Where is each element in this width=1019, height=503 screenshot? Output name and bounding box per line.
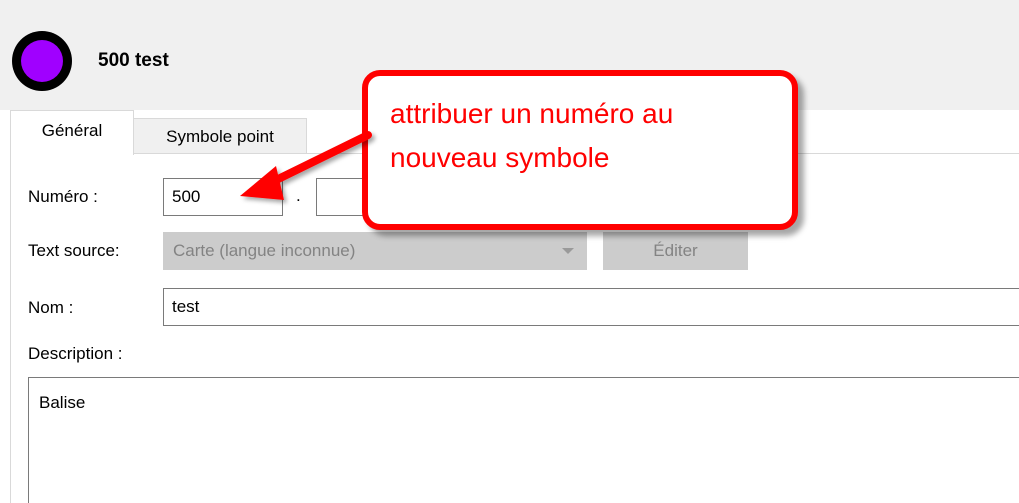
edit-button[interactable]: Éditer bbox=[603, 232, 748, 270]
text-source-select[interactable]: Carte (langue inconnue) bbox=[163, 232, 587, 270]
panel-border bbox=[10, 153, 11, 503]
number-value: 500 bbox=[172, 187, 201, 206]
name-value: test bbox=[172, 297, 200, 316]
text-source-value: Carte (langue inconnue) bbox=[173, 241, 356, 260]
symbol-settings-window: 500 test Général Symbole point Numéro : … bbox=[0, 0, 1019, 503]
description-label: Description : bbox=[28, 344, 123, 363]
annotation-line-1: attribuer un numéro au bbox=[390, 98, 674, 129]
tab-general[interactable]: Général bbox=[10, 110, 134, 155]
number-input[interactable]: 500 bbox=[163, 178, 283, 216]
purple-circle-symbol-icon bbox=[12, 31, 72, 91]
chevron-down-icon bbox=[562, 248, 574, 254]
number-label: Numéro : bbox=[28, 187, 98, 206]
annotation-callout: attribuer un numéro au nouveau symbole bbox=[362, 70, 798, 230]
tab-point-symbol[interactable]: Symbole point bbox=[133, 118, 307, 154]
description-value: Balise bbox=[39, 393, 86, 412]
name-label: Nom : bbox=[28, 298, 74, 317]
symbol-fill bbox=[21, 40, 63, 82]
description-textarea[interactable]: Balise bbox=[28, 377, 1019, 503]
annotation-text: attribuer un numéro au nouveau symbole bbox=[390, 92, 780, 180]
symbol-title: 500 test bbox=[98, 50, 169, 71]
name-input[interactable]: test bbox=[163, 288, 1019, 326]
number-separator: . bbox=[296, 186, 301, 205]
text-source-label: Text source: bbox=[28, 241, 120, 260]
annotation-line-2: nouveau symbole bbox=[390, 142, 610, 173]
